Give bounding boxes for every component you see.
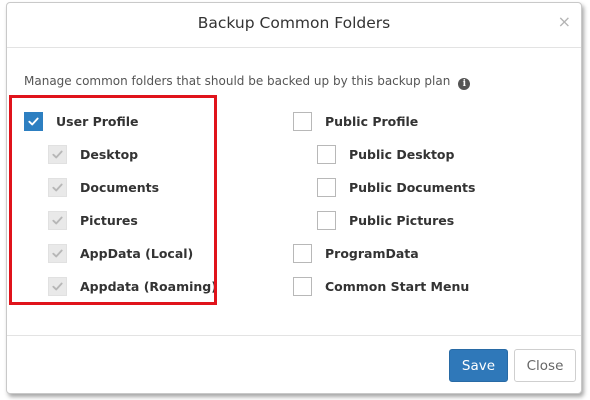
checkbox-public-profile[interactable]: Public Profile [293,110,418,132]
close-button[interactable]: Close [514,349,576,382]
checkbox-common-start-menu[interactable]: Common Start Menu [293,275,469,297]
checkbox-icon[interactable] [317,144,336,164]
save-button[interactable]: Save [449,349,508,382]
checkbox-label: Common Start Menu [325,278,470,294]
info-icon[interactable]: i [458,78,471,90]
checkbox-icon[interactable] [317,210,336,230]
checkbox-public-desktop[interactable]: Public Desktop [317,143,454,165]
dialog-description: Manage common folders that should be bac… [24,74,471,90]
checkbox-icon[interactable] [293,111,312,131]
checkbox-label: ProgramData [325,245,419,261]
checkbox-label: Public Desktop [349,146,455,162]
checkbox-icon[interactable] [317,177,336,197]
dialog-footer: Save Close [7,335,581,393]
highlight-annotation [9,95,217,305]
checkbox-programdata[interactable]: ProgramData [293,242,419,264]
checkbox-icon[interactable] [293,243,312,263]
description-text: Manage common folders that should be bac… [24,74,451,88]
close-icon[interactable]: × [558,12,571,31]
checkbox-public-pictures[interactable]: Public Pictures [317,209,454,231]
checkbox-label: Public Pictures [349,212,455,228]
checkbox-public-documents[interactable]: Public Documents [317,176,475,198]
checkbox-label: Public Documents [349,179,476,195]
dialog-title: Backup Common Folders [197,14,391,32]
dialog-header: Backup Common Folders × [7,3,581,48]
checkbox-label: Public Profile [325,113,419,129]
checkbox-icon[interactable] [293,276,312,296]
